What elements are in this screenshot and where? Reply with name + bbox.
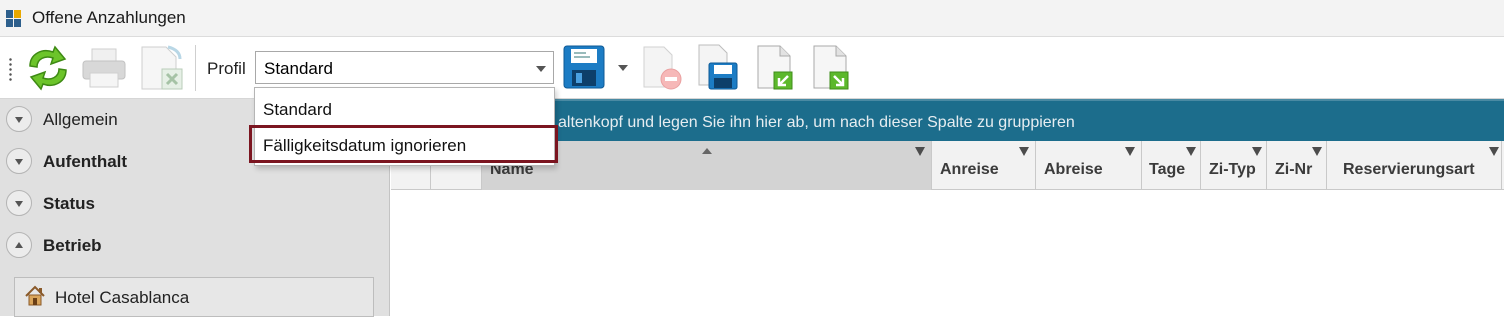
sidebar-section-label: Betrieb — [43, 236, 102, 255]
sidebar-section-status[interactable]: Status — [4, 186, 384, 220]
group-panel-hint: altenkopf und legen Sie ihn hier ab, um … — [558, 114, 1075, 131]
filter-icon[interactable] — [1312, 147, 1322, 156]
toolbar-grip[interactable] — [9, 57, 12, 81]
filter-icon[interactable] — [915, 147, 925, 156]
hotel-label: Hotel Casablanca — [55, 288, 190, 307]
export-icon[interactable] — [810, 44, 856, 92]
title-bar: Offene Anzahlungen — [0, 0, 1504, 37]
sidebar-section-label: Aufenthalt — [43, 152, 128, 171]
refresh-icon[interactable] — [22, 44, 74, 92]
delete-profile-icon[interactable] — [638, 45, 686, 93]
column-header-reservierungsart[interactable]: Reservierungsart — [1327, 141, 1502, 190]
profil-label: Profil — [207, 59, 246, 78]
filter-icon[interactable] — [1125, 147, 1135, 156]
column-label: Reservierungsart — [1343, 161, 1475, 178]
column-label: Zi-Typ — [1209, 161, 1256, 178]
sidebar-section-label: Allgemein — [43, 110, 118, 129]
dropdown-option-faelligkeitsdatum-ignorieren[interactable]: Fälligkeitsdatum ignorieren — [249, 125, 558, 163]
import-icon[interactable] — [754, 44, 800, 92]
column-header-anreise[interactable]: Anreise — [932, 141, 1036, 190]
grid-body[interactable] — [391, 190, 1504, 316]
save-as-icon[interactable] — [695, 43, 743, 93]
column-header-abreise[interactable]: Abreise — [1036, 141, 1142, 190]
column-label: Zi-Nr — [1275, 161, 1313, 178]
sidebar-section-betrieb[interactable]: Betrieb — [4, 228, 384, 262]
sort-ascending-icon — [702, 148, 712, 154]
floppy-disk-icon[interactable] — [561, 43, 607, 91]
profil-selected-value: Standard — [264, 59, 333, 78]
printer-icon[interactable] — [80, 45, 128, 91]
toolbar-separator — [195, 45, 196, 91]
expand-toggle-icon[interactable] — [6, 148, 32, 174]
column-header-tage[interactable]: Tage — [1142, 141, 1201, 190]
sidebar-section-label: Status — [43, 194, 95, 213]
profil-dropdown-list[interactable]: Standard Fälligkeitsdatum ignorieren — [249, 87, 558, 166]
app-grid-icon — [6, 10, 22, 28]
collapse-toggle-icon[interactable] — [6, 232, 32, 258]
filter-icon[interactable] — [1019, 147, 1029, 156]
filter-icon[interactable] — [1252, 147, 1262, 156]
column-label: Anreise — [940, 161, 999, 178]
dropdown-option-label: Fälligkeitsdatum ignorieren — [263, 136, 467, 155]
dropdown-option-standard[interactable]: Standard — [255, 88, 554, 122]
column-label: Abreise — [1044, 161, 1103, 178]
column-label: Tage — [1149, 161, 1186, 178]
hotel-item[interactable]: Hotel Casablanca — [14, 277, 374, 317]
expand-toggle-icon[interactable] — [6, 190, 32, 216]
window-title: Offene Anzahlungen — [32, 8, 186, 27]
dropdown-option-label: Standard — [263, 100, 332, 119]
filter-icon[interactable] — [1489, 147, 1499, 156]
expand-toggle-icon[interactable] — [6, 106, 32, 132]
toolbar: Profil Standard — [0, 37, 1504, 99]
profil-combobox[interactable]: Standard — [255, 51, 554, 84]
save-options-chevron-icon[interactable] — [618, 65, 628, 71]
column-header-zi-nr[interactable]: Zi-Nr — [1267, 141, 1327, 190]
chevron-down-icon[interactable] — [536, 66, 546, 72]
house-icon — [25, 285, 45, 306]
column-header-zi-typ[interactable]: Zi-Typ — [1201, 141, 1267, 190]
filter-icon[interactable] — [1186, 147, 1196, 156]
excel-export-icon[interactable] — [138, 43, 186, 93]
